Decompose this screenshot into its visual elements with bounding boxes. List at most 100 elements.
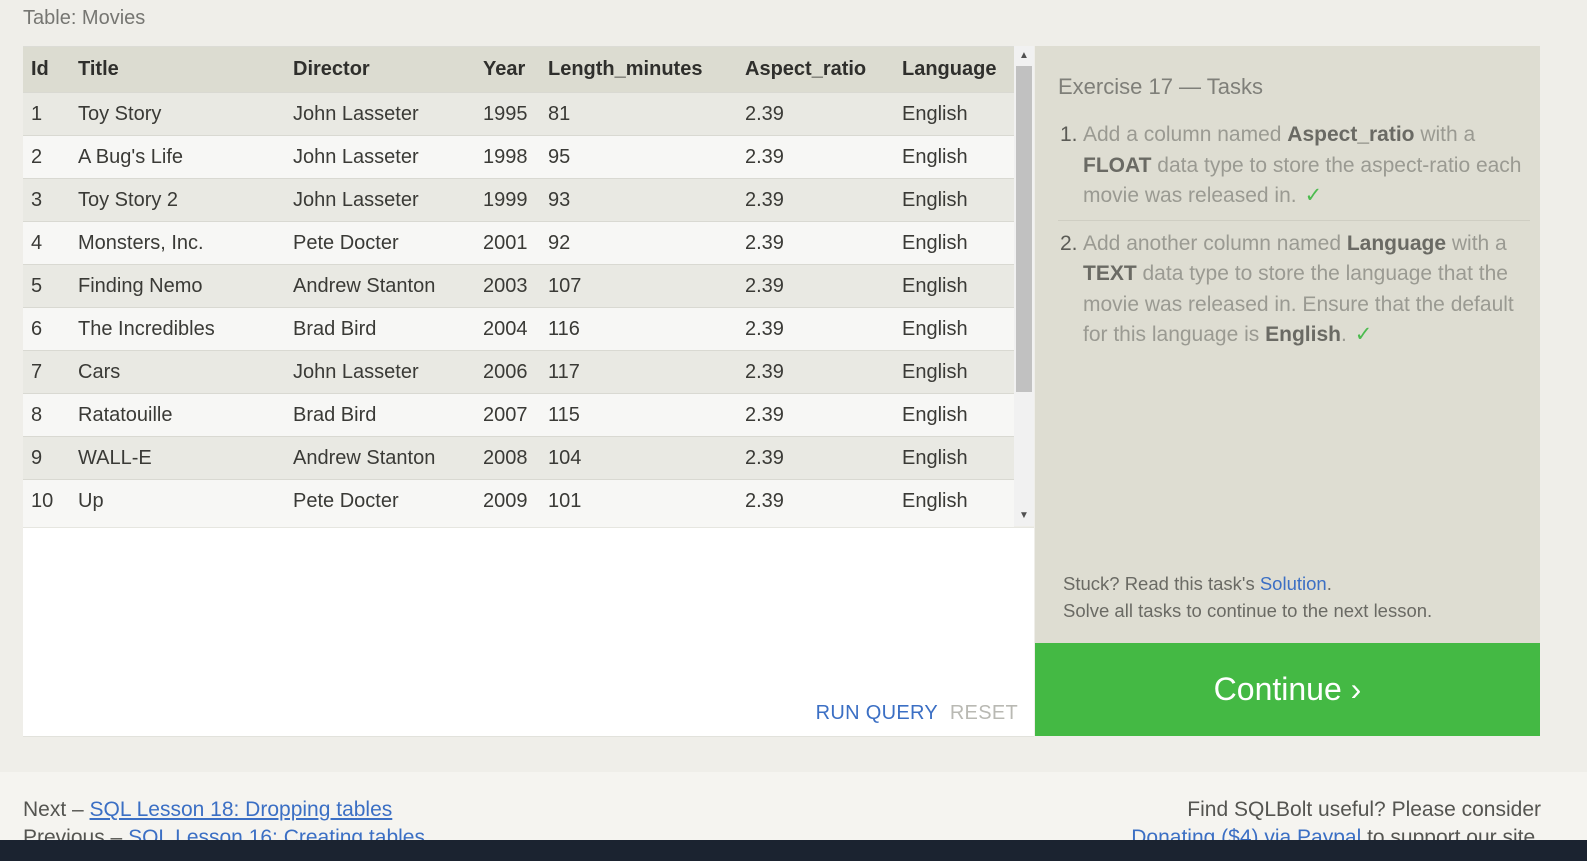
cell-id: 6 (23, 307, 70, 351)
cell-language: English (894, 350, 1014, 394)
cell-length-minutes: 92 (540, 221, 737, 265)
table-row: 10 Up Pete Docter 2009 101 2.39 English (23, 479, 1014, 522)
cell-language: English (894, 393, 1014, 437)
task-keyword: Language (1346, 231, 1447, 255)
tasks-title: Exercise 17 — Tasks (1058, 74, 1264, 99)
next-prefix: Next – (23, 798, 90, 821)
task-text: Add a column named (1083, 123, 1288, 146)
cell-id: 5 (23, 264, 70, 308)
task-text: Add another column named (1083, 231, 1347, 255)
cell-language: English (894, 92, 1014, 136)
tasks-panel: Exercise 17 — Tasks 1. Add a column name… (1035, 46, 1540, 643)
task-item: 1. Add a column named Aspect_ratio with … (1058, 120, 1530, 212)
solution-link[interactable]: Solution (1260, 573, 1327, 594)
checkmark-icon: ✓ (1304, 184, 1323, 207)
cell-director: John Lasseter (285, 135, 475, 179)
cell-director: Brad Bird (285, 307, 475, 351)
cell-director: Pete Docter (285, 479, 475, 522)
stuck-text: Stuck? Read this task's (1063, 573, 1260, 594)
column-header-length-minutes: Length_minutes (540, 47, 737, 93)
cell-aspect-ratio: 2.39 (737, 307, 894, 351)
cell-aspect-ratio: 2.39 (737, 135, 894, 179)
cell-year: 2001 (475, 221, 540, 265)
cell-length-minutes: 117 (540, 350, 737, 394)
scroll-down-arrow-icon[interactable]: ▼ (1014, 508, 1034, 524)
cell-aspect-ratio: 2.39 (737, 92, 894, 136)
cell-year: 2006 (475, 350, 540, 394)
cell-director: John Lasseter (285, 92, 475, 136)
cell-id: 7 (23, 350, 70, 394)
table-row: 4 Monsters, Inc. Pete Docter 2001 92 2.39 Engl… (23, 221, 1014, 265)
table-row: 6 The Incredibles Brad Bird 2004 116 2.39 Engl… (23, 307, 1014, 351)
table-body: 1 Toy Story John Lasseter 1995 81 2.39 English… (23, 92, 1014, 522)
column-header-id: Id (23, 47, 70, 93)
cell-director: John Lasseter (285, 350, 475, 394)
task-item: 2. Add another column named Language wit… (1058, 219, 1530, 351)
column-header-year: Year (475, 47, 540, 93)
cell-title: Monsters, Inc. (70, 221, 285, 265)
column-header-director: Director (285, 47, 475, 93)
cell-year: 1999 (475, 178, 540, 222)
cell-language: English (894, 221, 1014, 265)
cell-aspect-ratio: 2.39 (737, 350, 894, 394)
column-header-aspect-ratio: Aspect_ratio (737, 47, 894, 93)
cell-title: The Incredibles (70, 307, 285, 351)
cell-title: Up (70, 479, 285, 522)
next-lesson-line: Next – SQL Lesson 18: Dropping tables (23, 796, 425, 824)
table-row: 2A Bug's Life John Lasseter 1998 95 2.39 Engl… (23, 135, 1014, 179)
cell-year: 2003 (475, 264, 540, 308)
table-row: 1 Toy Story John Lasseter 1995 81 2.39 English (23, 92, 1014, 136)
cell-director: Brad Bird (285, 393, 475, 437)
cell-length-minutes: 107 (540, 264, 737, 308)
cell-title: Cars (70, 350, 285, 394)
cell-length-minutes: 104 (540, 436, 737, 480)
task-list: 1. Add a column named Aspect_ratio with … (1058, 120, 1530, 351)
continue-button[interactable]: Continue › (1035, 643, 1540, 736)
task-text: . (1340, 323, 1347, 346)
cell-director: Andrew Stanton (285, 264, 475, 308)
cell-id: 10 (23, 479, 70, 522)
reset-button[interactable]: RESET (950, 702, 1018, 725)
useful-text: Find SQLBolt useful? Please consider (1187, 798, 1541, 821)
solve-all-text: Solve all tasks to continue to the next … (1063, 600, 1433, 621)
task-keyword: FLOAT (1083, 153, 1152, 177)
results-scrollbar[interactable]: ▲ ▼ (1014, 46, 1034, 526)
table-caption: Table: Movies (23, 7, 146, 29)
cell-title: Toy Story 2 (70, 178, 285, 222)
table-header-row: Id Title Director Year Length_minutes As… (23, 47, 1014, 93)
cell-title: Toy Story (70, 92, 285, 136)
cell-title: WALL-E (70, 436, 285, 480)
query-editor[interactable]: RUN QUERY RESET (23, 527, 1034, 737)
task-keyword: Aspect_ratio (1287, 123, 1415, 146)
task-text: with a (1446, 231, 1507, 255)
scroll-thumb[interactable] (1016, 66, 1032, 392)
cell-length-minutes: 81 (540, 92, 737, 136)
task-keyword: English (1265, 323, 1341, 346)
scroll-up-arrow-icon[interactable]: ▲ (1014, 48, 1034, 64)
column-header-language: Language (894, 47, 1014, 93)
cell-title: Finding Nemo (70, 264, 285, 308)
cell-length-minutes: 116 (540, 307, 737, 351)
cell-year: 2009 (475, 479, 540, 522)
cell-title: A Bug's Life (70, 135, 285, 179)
cell-id: 8 (23, 393, 70, 437)
run-query-button[interactable]: RUN QUERY (816, 702, 938, 725)
table-row: 8 Ratatouille Brad Bird 2007 115 2.39 English (23, 393, 1014, 437)
checkmark-icon: ✓ (1354, 323, 1373, 346)
cell-length-minutes: 115 (540, 393, 737, 437)
cell-length-minutes: 101 (540, 479, 737, 522)
cell-id: 2 (23, 135, 70, 179)
cell-language: English (894, 307, 1014, 351)
next-lesson-link[interactable]: SQL Lesson 18: Dropping tables (90, 798, 393, 821)
stuck-period: . (1326, 573, 1332, 594)
cell-language: English (894, 135, 1014, 179)
cell-year: 2008 (475, 436, 540, 480)
cell-aspect-ratio: 2.39 (737, 178, 894, 222)
cell-title: Ratatouille (70, 393, 285, 437)
cell-year: 2004 (475, 307, 540, 351)
cell-language: English (894, 178, 1014, 222)
table-row: 3 Toy Story 2 John Lasseter 1999 93 2.39 Engli… (23, 178, 1014, 222)
cell-director: Andrew Stanton (285, 436, 475, 480)
cell-language: English (894, 264, 1014, 308)
stuck-hint: Stuck? Read this task's Solution. Solve … (1063, 570, 1432, 624)
